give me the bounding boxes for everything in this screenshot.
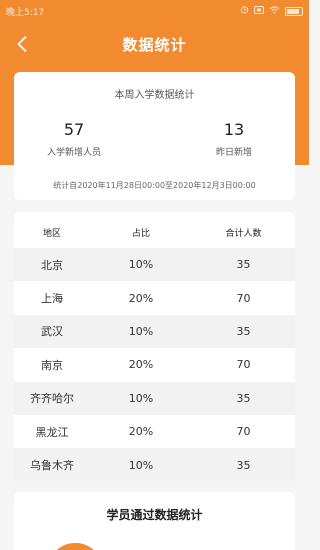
table-header: 地区 占比 合计人数 (14, 226, 295, 246)
weekly-summary-card: 本周入学数据统计 57 入学新增人员 13 昨日新增 统计自2020年11月28… (14, 72, 295, 200)
cell-ratio: 20% (128, 425, 154, 439)
cell-total: 70 (236, 291, 251, 305)
table-row: 北京 10% 35 (14, 248, 295, 282)
alarm-icon (240, 5, 249, 17)
cell-ratio: 10% (128, 458, 154, 472)
page-title: 数据统计 (122, 35, 187, 54)
table-body: 北京 10% 35 上海 20% 70 武汉 10% 35 南京 20% 70 … (14, 248, 295, 482)
cell-region: 南京 (41, 358, 63, 372)
cell-total: 35 (236, 324, 251, 338)
cell-ratio: 10% (128, 391, 154, 405)
pass-donut-chart (42, 540, 108, 550)
yesterday-value: 13 (223, 120, 245, 139)
summary-title: 本周入学数据统计 (114, 90, 195, 101)
status-icons (240, 5, 303, 17)
back-arrow-icon[interactable] (12, 32, 32, 56)
cell-region: 黑龙江 (35, 425, 69, 439)
new-students-stat: 57 入学新增人员 (24, 120, 124, 158)
sim-icon (254, 5, 264, 17)
cell-region: 乌鲁木齐 (30, 459, 74, 473)
cell-total: 35 (236, 258, 251, 272)
status-bar: 晚上5:17 (0, 0, 309, 22)
date-range-text: 统计自2020年11月28日00:00至2020年12月3日00:00 (53, 181, 256, 190)
cell-region: 北京 (41, 258, 63, 272)
region-table-card: 地区 占比 合计人数 北京 10% 35 上海 20% 70 武汉 10% 35… (14, 212, 295, 482)
cell-ratio: 20% (128, 358, 154, 372)
status-time: 晚上5:17 (6, 7, 45, 18)
table-row: 武汉 10% 35 (14, 314, 295, 349)
table-row: 黑龙江 20% 70 (14, 415, 295, 448)
new-students-value: 57 (63, 120, 85, 139)
cell-total: 70 (236, 425, 251, 439)
table-row: 南京 20% 70 (14, 348, 295, 381)
cell-ratio: 20% (128, 291, 154, 305)
nav-bar: 数据统计 (0, 26, 309, 62)
cell-ratio: 10% (128, 324, 154, 338)
pass-stats-card: 学员通过数据统计 (14, 492, 295, 550)
cell-region: 武汉 (41, 325, 63, 339)
cell-total: 35 (236, 391, 251, 405)
cell-total: 70 (236, 358, 251, 372)
header-ratio: 占比 (131, 229, 150, 239)
yesterday-stat: 13 昨日新增 (184, 120, 284, 158)
cell-ratio: 10% (128, 258, 154, 272)
pass-stats-title: 学员通过数据统计 (106, 508, 203, 522)
table-row: 乌鲁木齐 10% 35 (14, 448, 295, 482)
table-row: 上海 20% 70 (14, 281, 295, 314)
cell-region: 齐齐哈尔 (30, 392, 74, 406)
battery-icon (285, 6, 303, 16)
wifi-icon (269, 5, 280, 17)
header-region: 地区 (42, 229, 61, 239)
header-total: 合计人数 (225, 229, 262, 239)
yesterday-label: 昨日新增 (215, 148, 252, 158)
table-row: 齐齐哈尔 10% 35 (14, 381, 295, 415)
new-students-label: 入学新增人员 (46, 148, 101, 158)
cell-region: 上海 (41, 292, 63, 306)
cell-total: 35 (236, 458, 251, 472)
